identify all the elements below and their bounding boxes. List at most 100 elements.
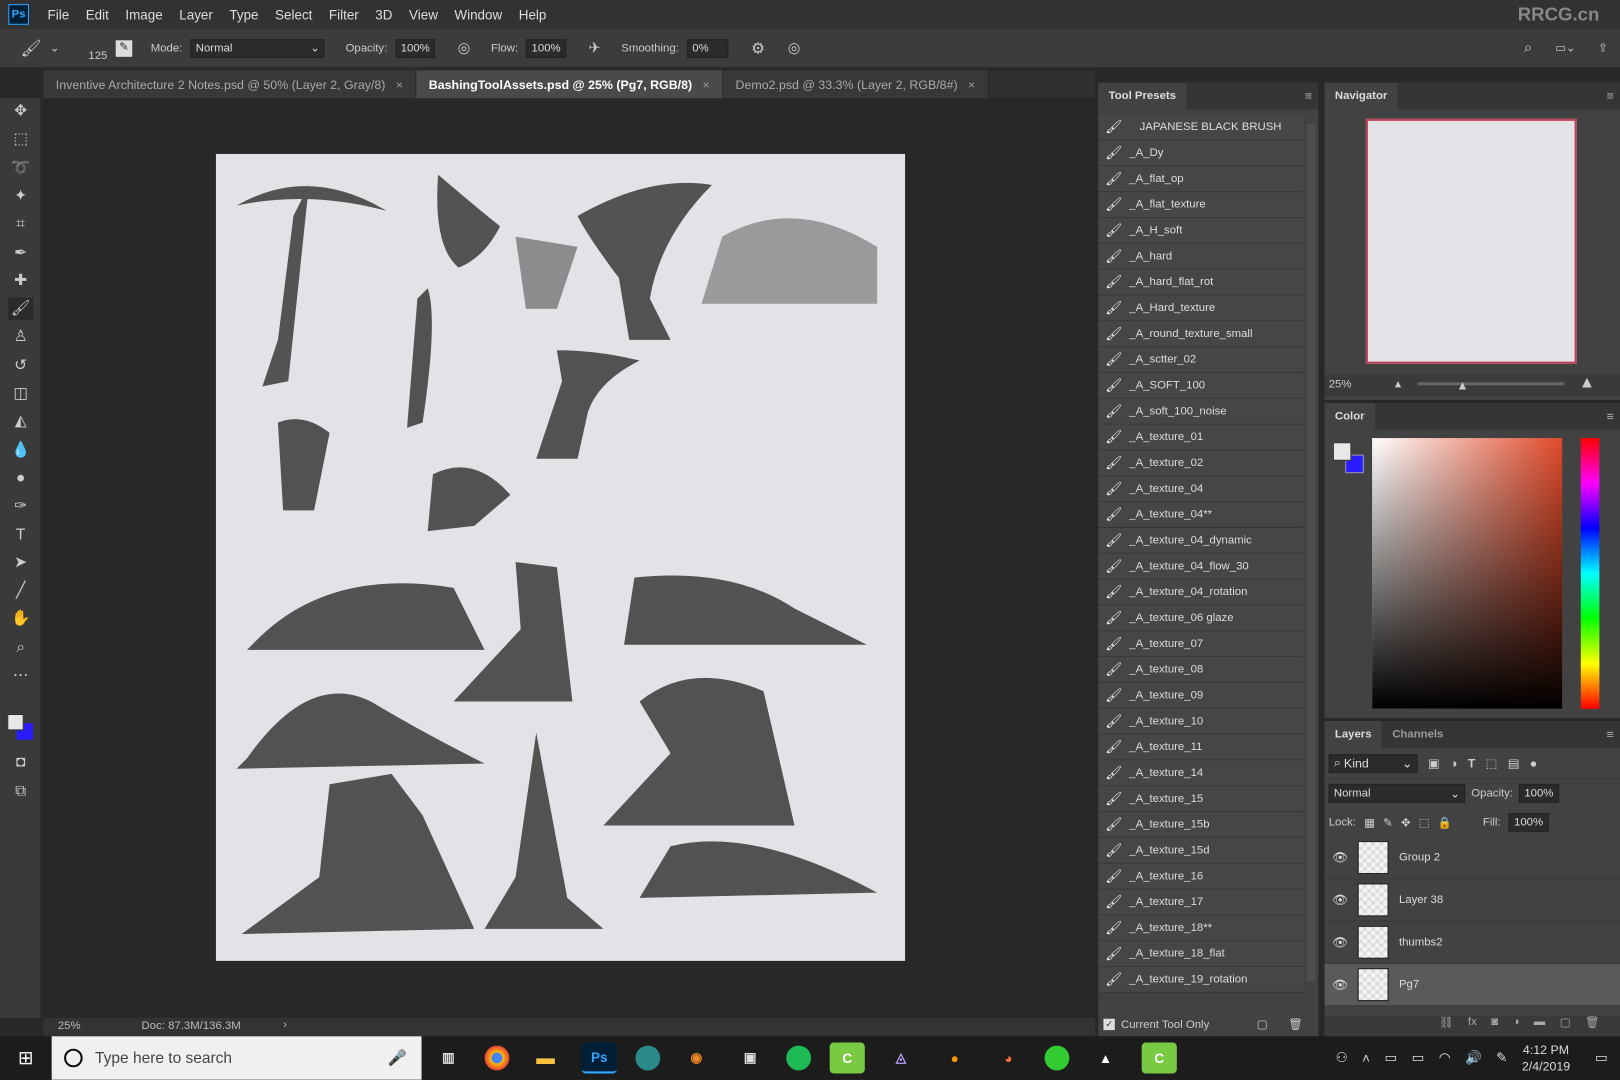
app-icon[interactable] xyxy=(1044,1045,1070,1071)
tool-preset-item[interactable]: 🖌 _A_Hard_texture xyxy=(1098,295,1304,322)
flow-input[interactable]: 100% xyxy=(526,38,566,58)
eraser-icon[interactable]: ◫ xyxy=(8,382,33,405)
brush-tool-icon[interactable]: 🖌 xyxy=(8,297,34,321)
pressure-size-icon[interactable]: ◎ xyxy=(788,39,801,57)
shape-filter-icon[interactable]: ⬚ xyxy=(1486,756,1498,770)
quick-mask-icon[interactable]: ◘ xyxy=(8,751,33,774)
panel-menu-icon[interactable]: ≡ xyxy=(1305,89,1312,103)
lock-position-icon[interactable]: ✥ xyxy=(1401,816,1411,829)
tool-preset-item[interactable]: 🖌 _A_texture_04** xyxy=(1098,502,1304,528)
chrome-icon[interactable] xyxy=(484,1045,510,1071)
tool-preset-item[interactable]: 🖌 _A_texture_02 xyxy=(1098,450,1304,477)
photos-icon[interactable]: ▲ xyxy=(1088,1042,1123,1073)
close-icon[interactable]: × xyxy=(396,77,403,91)
layer-row[interactable]: 👁 thumbs2 xyxy=(1324,922,1620,964)
menu-image[interactable]: Image xyxy=(117,7,171,22)
lock-pixels-icon[interactable]: ✎ xyxy=(1383,816,1393,829)
firefox-icon[interactable]: ◕ xyxy=(991,1042,1026,1073)
navigator-tab[interactable]: Navigator xyxy=(1324,82,1398,110)
tool-preset-item[interactable]: 🖌 _A_round_texture_small xyxy=(1098,321,1304,348)
color-tab[interactable]: Color xyxy=(1324,402,1375,430)
panel-menu-icon[interactable]: ≡ xyxy=(1607,89,1614,103)
task-view-icon[interactable]: ▥ xyxy=(431,1042,466,1073)
clone-stamp-icon[interactable]: ♙ xyxy=(8,326,33,349)
volume-icon[interactable]: 🔊 xyxy=(1465,1050,1482,1067)
app-icon[interactable]: C xyxy=(829,1042,865,1074)
adjustment-layer-icon[interactable]: ◑ xyxy=(1513,1016,1520,1037)
presets-scrollbar[interactable] xyxy=(1306,123,1316,982)
tool-preset-item[interactable]: 🖌 _A_texture_18_flat xyxy=(1098,941,1304,968)
lock-transparent-icon[interactable]: ▦ xyxy=(1364,816,1375,829)
crop-tool-icon[interactable]: ⌗ xyxy=(8,213,33,236)
menu-filter[interactable]: Filter xyxy=(321,7,367,22)
new-group-icon[interactable]: ▬ xyxy=(1534,1016,1545,1037)
pixel-filter-icon[interactable]: ▣ xyxy=(1428,756,1440,770)
search-icon[interactable]: ⌕ xyxy=(1524,39,1533,57)
taskbar-search[interactable]: Type here to search 🎤 xyxy=(51,1036,422,1080)
tool-preset-item[interactable]: 🖌 _A_hard xyxy=(1098,243,1304,270)
delete-layer-icon[interactable]: 🗑 xyxy=(1585,1016,1599,1037)
photoshop-taskbar-icon[interactable]: Ps xyxy=(581,1042,617,1074)
status-menu-arrow[interactable]: › xyxy=(283,1019,287,1031)
navigator-preview[interactable] xyxy=(1365,118,1577,364)
tool-preset-item[interactable]: 🖌 _A_texture_09 xyxy=(1098,682,1304,709)
tool-preset-item[interactable]: 🖌 _A_flat_texture xyxy=(1098,192,1304,219)
trash-icon[interactable]: 🗑 xyxy=(1288,1018,1302,1031)
tool-preset-item[interactable]: 🖌 _A_texture_18** xyxy=(1098,915,1304,942)
blur-tool-icon[interactable]: 💧 xyxy=(8,439,33,462)
fx-icon[interactable]: fx xyxy=(1468,1016,1477,1037)
screen-mode-icon[interactable]: ⧉ xyxy=(8,780,33,803)
tool-preset-item[interactable]: 🖌 _A_SOFT_100 xyxy=(1098,372,1304,399)
tool-preset-item[interactable]: 🖌 _A_texture_17 xyxy=(1098,889,1304,916)
layer-filter-select[interactable]: ⌕ Kind ⌄ xyxy=(1328,753,1418,773)
smoothing-input[interactable]: 0% xyxy=(687,38,729,58)
tool-presets-tab[interactable]: Tool Presets xyxy=(1098,82,1187,110)
layer-row[interactable]: 👁 Group 2 xyxy=(1324,837,1620,880)
people-icon[interactable]: ⚇ xyxy=(1336,1050,1348,1067)
layer-row[interactable]: 👁 Layer 38 xyxy=(1324,879,1620,922)
path-selection-icon[interactable]: ➤ xyxy=(8,552,33,575)
lock-all-icon[interactable]: 🔒 xyxy=(1438,816,1452,829)
workspace-icon[interactable]: ▭⌄ xyxy=(1555,41,1575,54)
tool-preset-item[interactable]: 🖌 _A_texture_11 xyxy=(1098,734,1304,761)
menu-file[interactable]: File xyxy=(39,7,77,22)
spotify-icon[interactable] xyxy=(786,1045,812,1071)
tool-preset-item[interactable]: 🖌 _A_texture_15d xyxy=(1098,837,1304,864)
tool-preset-item[interactable]: 🖌 _A_texture_07 xyxy=(1098,631,1304,658)
fill-input[interactable]: 100% xyxy=(1508,813,1549,832)
document-canvas[interactable] xyxy=(215,153,906,961)
close-icon[interactable]: × xyxy=(702,77,709,91)
marquee-tool-icon[interactable]: ⬚ xyxy=(8,128,33,151)
eye-icon[interactable]: 👁 xyxy=(1325,935,1356,949)
zoom-in-icon[interactable]: ▲ xyxy=(1579,374,1595,393)
zoom-out-icon[interactable]: ▴ xyxy=(1395,376,1401,390)
hue-slider[interactable] xyxy=(1580,438,1600,709)
app-icon[interactable]: ▣ xyxy=(733,1042,768,1073)
brush-tool-icon[interactable]: 🖌 xyxy=(21,38,42,59)
healing-brush-icon[interactable]: ✚ xyxy=(8,269,33,292)
foreground-color-swatch[interactable] xyxy=(1332,442,1352,461)
slider-thumb[interactable]: ▲ xyxy=(1456,378,1468,392)
history-brush-icon[interactable]: ↺ xyxy=(8,354,33,377)
tool-preset-item[interactable]: 🖌 _A_texture_10 xyxy=(1098,708,1304,735)
panel-menu-icon[interactable]: ≡ xyxy=(1607,409,1614,423)
more-tools-icon[interactable]: ⋯ xyxy=(8,664,33,687)
zoom-level[interactable]: 25% xyxy=(58,1020,81,1032)
menu-window[interactable]: Window xyxy=(446,7,510,22)
eye-icon[interactable]: 👁 xyxy=(1325,977,1356,991)
tab-layers[interactable]: Layers xyxy=(1324,721,1382,749)
layer-opacity-input[interactable]: 100% xyxy=(1519,784,1559,803)
tool-preset-item[interactable]: 🖌 _A_texture_08 xyxy=(1098,657,1304,683)
app-icon[interactable]: ◬ xyxy=(883,1042,918,1073)
line-tool-icon[interactable]: ╱ xyxy=(8,580,33,603)
tool-preset-item[interactable]: 🖌 _A_soft_100_noise xyxy=(1098,398,1304,425)
type-tool-icon[interactable]: T xyxy=(8,523,33,546)
tool-preset-item[interactable]: 🖌 _A_hard_flat_rot xyxy=(1098,269,1304,296)
menu-3d[interactable]: 3D xyxy=(367,7,401,22)
wifi-icon[interactable]: ◠ xyxy=(1439,1050,1451,1067)
type-filter-icon[interactable]: T xyxy=(1468,756,1476,770)
tool-preset-item[interactable]: 🖌 _A_texture_16 xyxy=(1098,863,1304,890)
menu-select[interactable]: Select xyxy=(267,7,321,22)
zoom-tool-icon[interactable]: ⌕ xyxy=(8,636,33,659)
windows-start-icon[interactable]: ⊞ xyxy=(0,1047,52,1069)
